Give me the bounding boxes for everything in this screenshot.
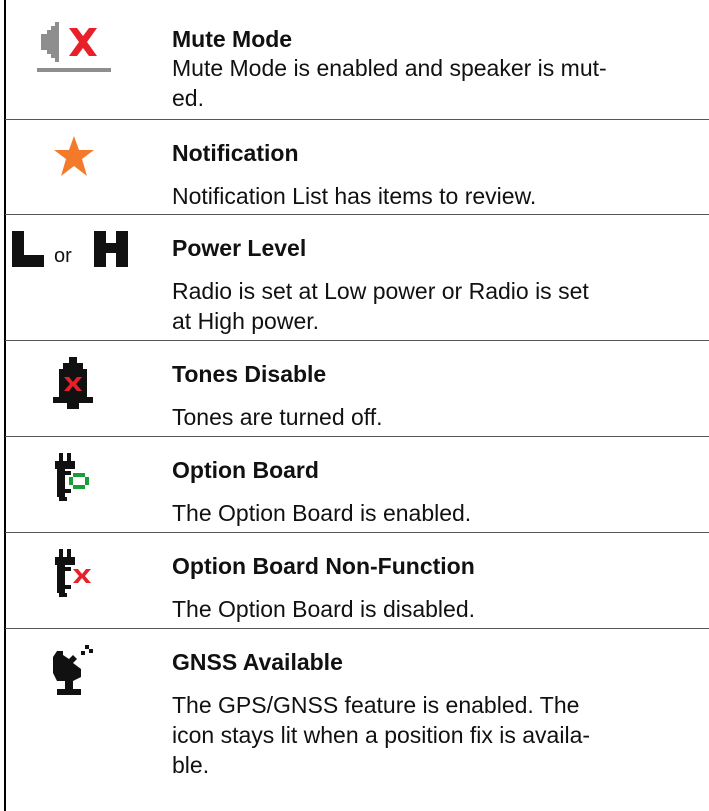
row-title: Option Board — [172, 457, 319, 483]
row-description-line: Notification List has items to review. — [172, 183, 537, 209]
row-title: Mute Mode — [172, 26, 293, 52]
row-description-line: Tones are turned off. — [172, 404, 383, 430]
table-row: GNSS Available The GPS/GNSS feature is e… — [5, 629, 709, 807]
text-cell: GNSS Available The GPS/GNSS feature is e… — [172, 649, 709, 780]
table-row: or Power Level Radio is set at Low power… — [5, 215, 709, 341]
row-description-line: at High power. — [172, 308, 320, 334]
row-description-line: ble. — [172, 752, 210, 778]
table-row: Mute Mode Mute Mode is enabled and speak… — [5, 0, 709, 120]
tones-disable-icon — [53, 357, 93, 416]
row-description-line: ed. — [172, 85, 204, 111]
option-board-icon — [55, 453, 95, 508]
gnss-available-icon — [53, 645, 97, 704]
row-title: Tones Disable — [172, 361, 327, 387]
power-level-icon — [12, 231, 142, 274]
table-row: Tones Disable Tones are turned off. — [5, 341, 709, 437]
table-row: Notification Notification List has items… — [5, 120, 709, 215]
text-cell: Option Board The Option Board is enabled… — [172, 457, 709, 528]
text-cell: Tones Disable Tones are turned off. — [172, 361, 709, 432]
table-row: Option Board The Option Board is enabled… — [5, 437, 709, 533]
row-title: Option Board Non-Function — [172, 553, 475, 579]
row-title: GNSS Available — [172, 649, 343, 675]
row-description-line: Radio is set at Low power or Radio is se… — [172, 278, 589, 304]
row-title: Notification — [172, 140, 299, 166]
row-description-line: The Option Board is enabled. — [172, 500, 472, 526]
or-connector-text: or — [54, 245, 72, 267]
status-icon-table: Mute Mode Mute Mode is enabled and speak… — [5, 0, 709, 807]
text-cell: Notification Notification List has items… — [172, 140, 709, 211]
row-title: Power Level — [172, 235, 307, 261]
table-row: Option Board Non-Function The Option Boa… — [5, 533, 709, 629]
text-cell: Option Board Non-Function The Option Boa… — [172, 553, 709, 624]
notification-icon — [53, 136, 95, 183]
mute-mode-icon — [35, 22, 115, 79]
option-board-non-function-icon — [55, 549, 99, 604]
text-cell: Power Level Radio is set at Low power or… — [172, 235, 709, 336]
row-description-line: The Option Board is disabled. — [172, 596, 476, 622]
row-description-line: Mute Mode is enabled and speaker is mut- — [172, 55, 607, 81]
row-description-line: The GPS/GNSS feature is enabled. The — [172, 692, 580, 718]
text-cell: Mute Mode Mute Mode is enabled and speak… — [172, 26, 709, 113]
row-description-line: icon stays lit when a position fix is av… — [172, 722, 591, 748]
